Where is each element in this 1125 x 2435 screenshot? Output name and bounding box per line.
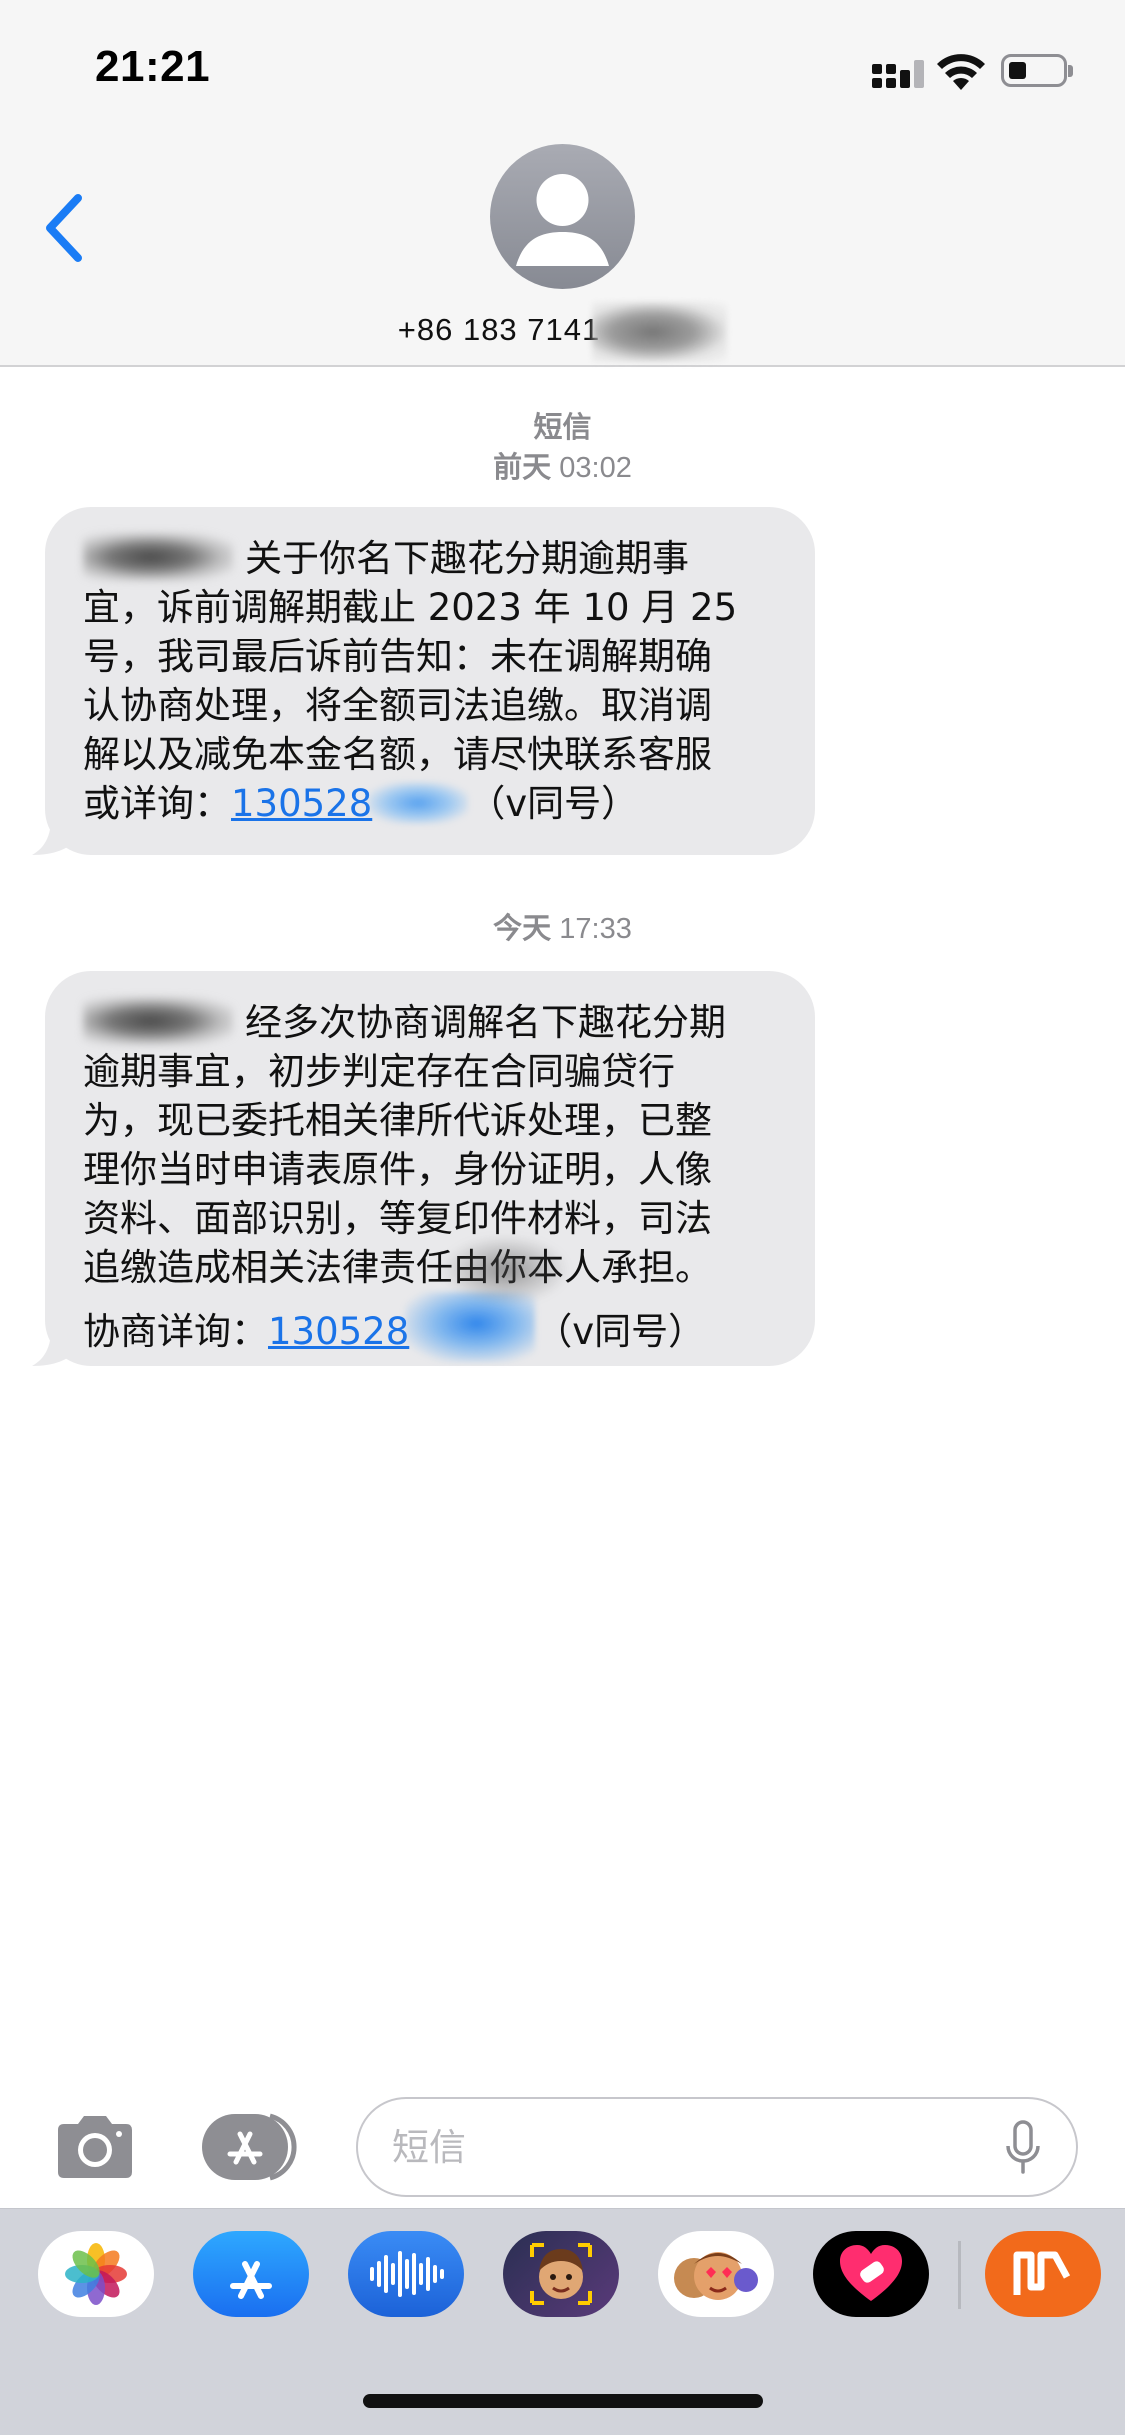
message-line: 关于你名下趣花分期逾期事 [83, 533, 779, 583]
home-indicator[interactable] [363, 2394, 763, 2408]
camera-icon[interactable] [50, 2112, 140, 2182]
message-line: 解以及减免本金名额，请尽快联系客服 [83, 733, 712, 776]
microphone-icon[interactable] [1003, 2120, 1043, 2176]
message-line: 追缴造成相关法律责任由你本人承担。 [83, 1246, 712, 1289]
redaction-mark [440, 1235, 570, 1305]
message-bubble[interactable]: 关于你名下趣花分期逾期事 宜，诉前调解期截止 2023 年 10 月 25 号，… [45, 507, 815, 855]
app-store-icon[interactable] [200, 2112, 306, 2182]
memoji-app-icon[interactable] [503, 2231, 619, 2317]
message-input[interactable] [356, 2097, 1078, 2197]
photos-app-icon[interactable] [38, 2231, 154, 2317]
message-line: 宜，诉前调解期截止 2023 年 10 月 25 [83, 586, 738, 629]
contact-avatar[interactable] [490, 144, 635, 289]
back-chevron-icon[interactable] [40, 190, 90, 270]
divider [958, 2241, 961, 2309]
message-line: 认协商处理，将全额司法追缴。取消调 [83, 684, 712, 727]
redaction-mark [83, 533, 233, 581]
conversation-header: 21:21 +86 183 7141 [0, 0, 1125, 367]
phone-link[interactable]: 130528 [268, 1310, 409, 1353]
cellular-signal-icon [872, 56, 924, 92]
message-line: 为，现已委托相关律所代诉处理，已整 [83, 1099, 712, 1142]
message-line: 经多次协商调解名下趣花分期 [83, 997, 779, 1047]
message-line: 或详询：130528 （v同号） [83, 782, 639, 825]
service-label: 短信 [533, 412, 592, 444]
message-timestamp: 今天 17:33 [493, 913, 632, 945]
message-timestamp: 前天 03:02 [493, 452, 632, 484]
status-time: 21:21 [95, 42, 211, 91]
message-line: 逾期事宜，初步判定存在合同骗贷行 [83, 1050, 675, 1093]
wifi-icon [937, 54, 985, 90]
app-store-app-icon[interactable] [193, 2231, 309, 2317]
phone-link[interactable]: 130528 [231, 782, 372, 825]
message-line: 号，我司最后诉前告知：未在调解期确 [83, 635, 712, 678]
message-line: 资料、面部识别，等复印件材料，司法 [83, 1197, 712, 1240]
redaction-mark [83, 997, 233, 1045]
redaction-mark [592, 302, 728, 362]
mango-tv-app-icon[interactable] [985, 2231, 1101, 2317]
redaction-mark [368, 782, 469, 824]
battery-icon [1001, 54, 1073, 87]
contact-name[interactable]: +86 183 7141 [0, 302, 1125, 362]
message-line: 理你当时申请表原件，身份证明，人像 [83, 1148, 712, 1191]
audio-app-icon[interactable] [348, 2231, 464, 2317]
memoji-stickers-app-icon[interactable] [658, 2231, 774, 2317]
message-bubble[interactable]: 经多次协商调解名下趣花分期 逾期事宜，初步判定存在合同骗贷行 为，现已委托相关律… [45, 971, 815, 1366]
message-line: 协商详询：130528 （v同号） [83, 1292, 779, 1362]
contact-number: +86 183 7141 [397, 312, 601, 347]
heart-app-icon[interactable] [813, 2231, 929, 2317]
person-icon [516, 174, 609, 266]
